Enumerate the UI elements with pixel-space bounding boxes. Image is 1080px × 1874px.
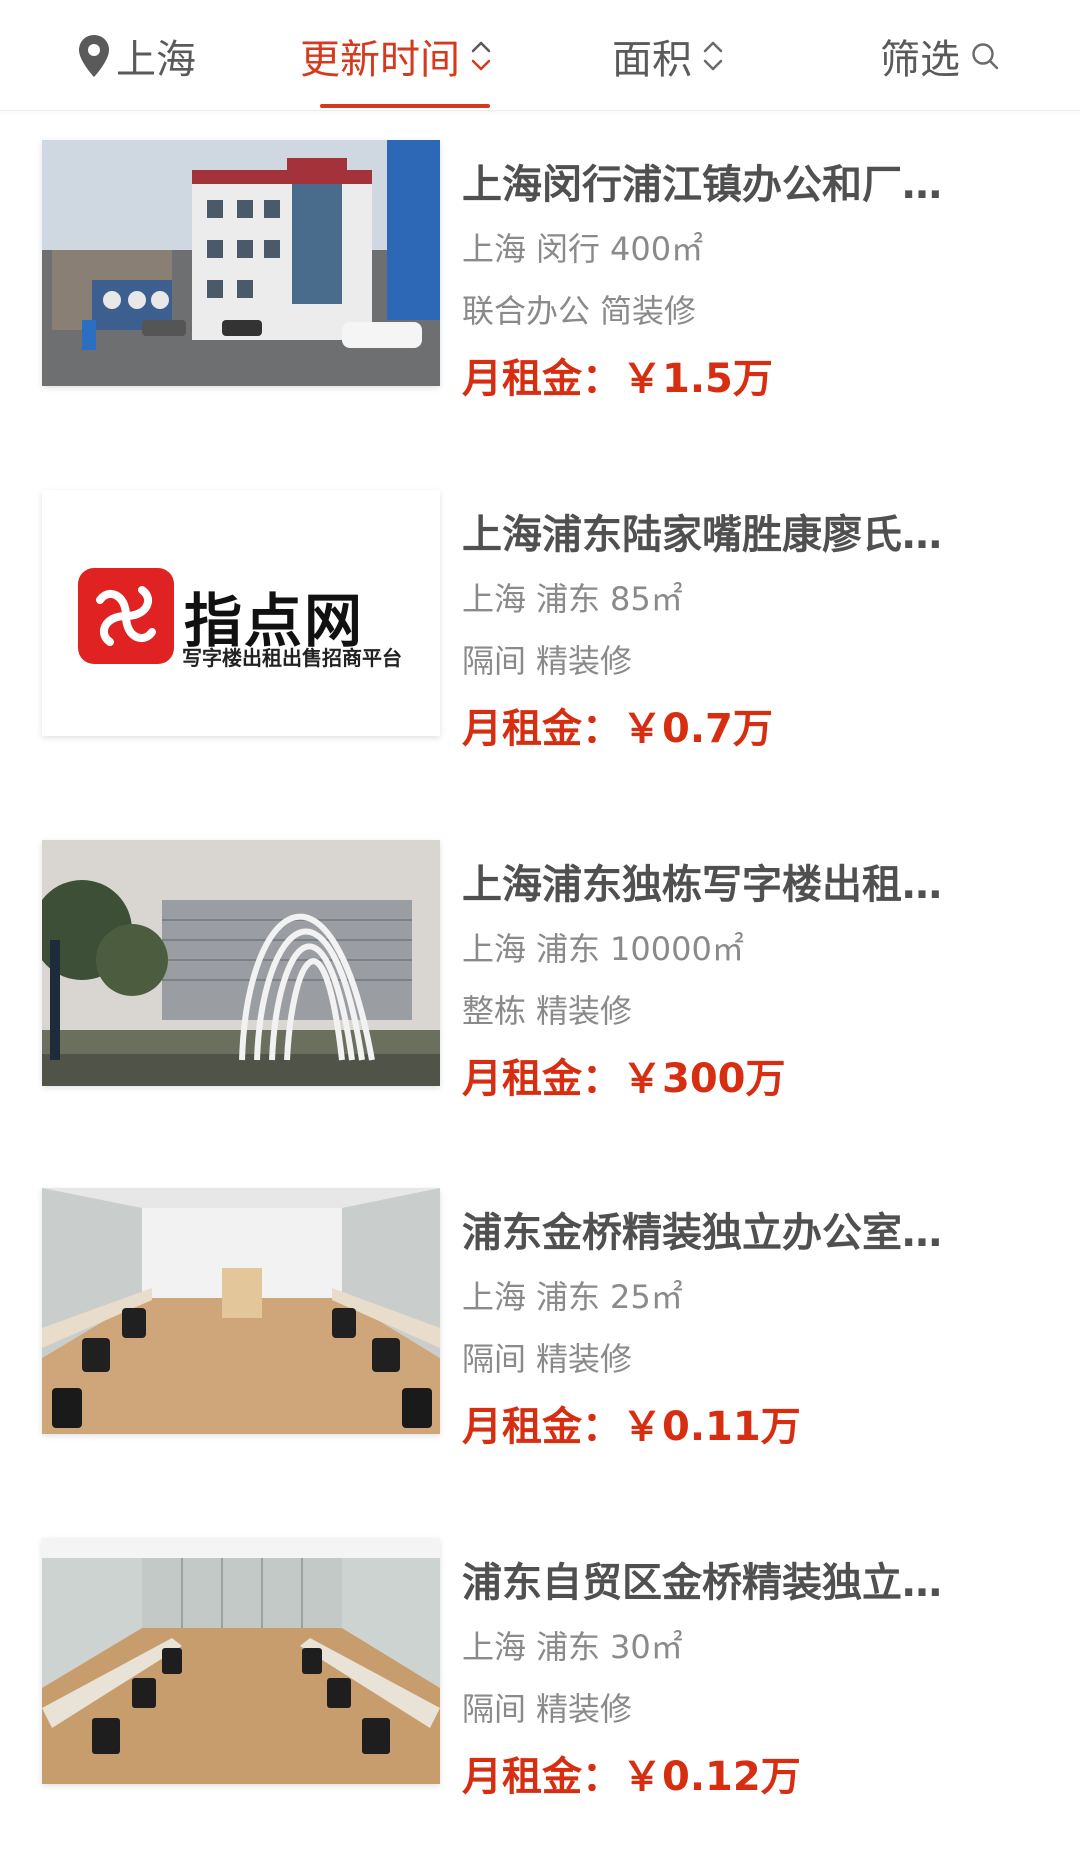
listing-district: 浦东 (536, 580, 601, 618)
filter-label: 筛选 (880, 37, 960, 83)
sort-arrows-icon (471, 41, 491, 71)
rent-value: ￥0.11万 (622, 1404, 801, 1450)
listing-rent: 月租金：￥0.7万 (462, 696, 773, 754)
listing-card[interactable]: 指点网 写字楼出租出售招商平台 上海浦东陆家嘴胜康廖氏… 上海 浦东 85㎡ 隔间精… (0, 482, 1080, 782)
listing-area: 10000㎡ (610, 930, 744, 968)
location-selector[interactable]: 上海 (76, 28, 196, 84)
listing-tags: 整栋 精装修 (462, 986, 632, 1032)
filter-bar: 上海 更新时间 面积 筛选 (0, 0, 1080, 111)
listing-area: 85㎡ (610, 580, 683, 618)
sort-area-label: 面积 (612, 37, 692, 83)
listing-city: 上海 (462, 230, 527, 268)
listing-thumbnail[interactable] (42, 840, 440, 1086)
zhidianwang-logo-mark (78, 568, 174, 664)
listing-card[interactable]: 浦东自贸区金桥精装独立… 上海 浦东 30㎡ 隔间 精装修 月租金：￥0.12万 (0, 1530, 1080, 1830)
listing-meta: 上海 浦东 10000㎡ (462, 924, 744, 970)
listing-city: 上海 (462, 930, 527, 968)
listing-title[interactable]: 浦东金桥精装独立办公室… (462, 1200, 1007, 1258)
listing-title[interactable]: 上海闵行浦江镇办公和厂… (462, 152, 1007, 210)
rent-value: ￥1.5万 (622, 356, 773, 402)
listing-thumbnail[interactable] (42, 1538, 440, 1784)
rent-value: ￥300万 (622, 1056, 786, 1102)
location-pin-icon (79, 35, 109, 77)
listing-area: 400㎡ (610, 230, 704, 268)
listing-meta: 上海 闵行 400㎡ (462, 224, 703, 270)
listing-title[interactable]: 浦东自贸区金桥精装独立… (462, 1550, 1007, 1608)
rent-label: 月租金： (462, 1056, 622, 1102)
rent-value: ￥0.7万 (622, 706, 773, 752)
active-tab-indicator (320, 104, 490, 108)
listing-card[interactable]: 上海浦东独栋写字楼出租… 上海 浦东 10000㎡ 整栋 精装修 月租金：￥300万 (0, 832, 1080, 1132)
location-label: 上海 (116, 37, 196, 83)
listing-area: 30㎡ (610, 1628, 683, 1666)
listing-city: 上海 (462, 1628, 527, 1666)
listing-area: 25㎡ (610, 1278, 683, 1316)
listing-decoration-tag: 简装修 (600, 292, 697, 330)
listing-city: 上海 (462, 580, 527, 618)
listing-district: 浦东 (536, 1628, 601, 1666)
filter-button[interactable]: 筛选 (880, 28, 1000, 84)
listing-rent: 月租金：￥0.11万 (462, 1394, 801, 1452)
listing-thumbnail[interactable]: 指点网 写字楼出租出售招商平台 (42, 490, 440, 736)
listing-thumbnail[interactable] (42, 140, 440, 386)
listing-title[interactable]: 上海浦东独栋写字楼出租… (462, 852, 1007, 910)
search-icon (972, 43, 999, 70)
listing-meta: 上海 浦东 25㎡ (462, 1272, 683, 1318)
listing-decoration-tag: 精装修 (536, 642, 633, 680)
listing-meta: 上海 浦东 30㎡ (462, 1622, 683, 1668)
listing-card[interactable]: 上海闵行浦江镇办公和厂… 上海 闵行 400㎡ 联合办公 简装修 月租金：￥1.5万 (0, 132, 1080, 432)
listing-district: 闵行 (536, 230, 601, 268)
listing-card[interactable]: 浦东金桥精装独立办公室… 上海 浦东 25㎡ 隔间 精装修 月租金：￥0.11万 (0, 1180, 1080, 1480)
listing-city: 上海 (462, 1278, 527, 1316)
listing-decoration-tag: 精装修 (536, 1690, 633, 1728)
listing-tags: 隔间 精装修 (462, 1684, 632, 1730)
logo-subtext: 写字楼出租出售招商平台 (182, 646, 402, 670)
rent-label: 月租金： (462, 356, 622, 402)
listing-title[interactable]: 上海浦东陆家嘴胜康廖氏… (462, 502, 1007, 560)
listing-rent: 月租金：￥1.5万 (462, 346, 773, 404)
sort-arrows-icon (703, 41, 723, 71)
listing-meta: 上海 浦东 85㎡ (462, 574, 683, 620)
listing-tags: 联合办公 简装修 (462, 286, 696, 332)
rent-label: 月租金： (462, 1404, 622, 1450)
rent-label: 月租金： (462, 1754, 622, 1800)
listing-tags: 隔间 精装修 (462, 1334, 632, 1380)
sort-by-update-time[interactable]: 更新时间 (300, 28, 492, 84)
listing-type-tag: 隔间 (462, 1690, 527, 1728)
listing-type-tag: 联合办公 (462, 292, 591, 330)
listing-tags: 隔间 精装修 (462, 636, 632, 682)
listing-thumbnail[interactable] (42, 1188, 440, 1434)
listing-decoration-tag: 精装修 (536, 1340, 633, 1378)
listing-type-tag: 隔间 (462, 642, 527, 680)
sort-update-label: 更新时间 (300, 37, 460, 83)
listing-rent: 月租金：￥0.12万 (462, 1744, 801, 1802)
rent-value: ￥0.12万 (622, 1754, 801, 1800)
listing-rent: 月租金：￥300万 (462, 1046, 786, 1104)
listing-decoration-tag: 精装修 (536, 992, 633, 1030)
sort-by-area[interactable]: 面积 (612, 28, 724, 84)
listing-district: 浦东 (536, 930, 601, 968)
listing-type-tag: 整栋 (462, 992, 527, 1030)
listing-district: 浦东 (536, 1278, 601, 1316)
listing-type-tag: 隔间 (462, 1340, 527, 1378)
rent-label: 月租金： (462, 706, 622, 752)
